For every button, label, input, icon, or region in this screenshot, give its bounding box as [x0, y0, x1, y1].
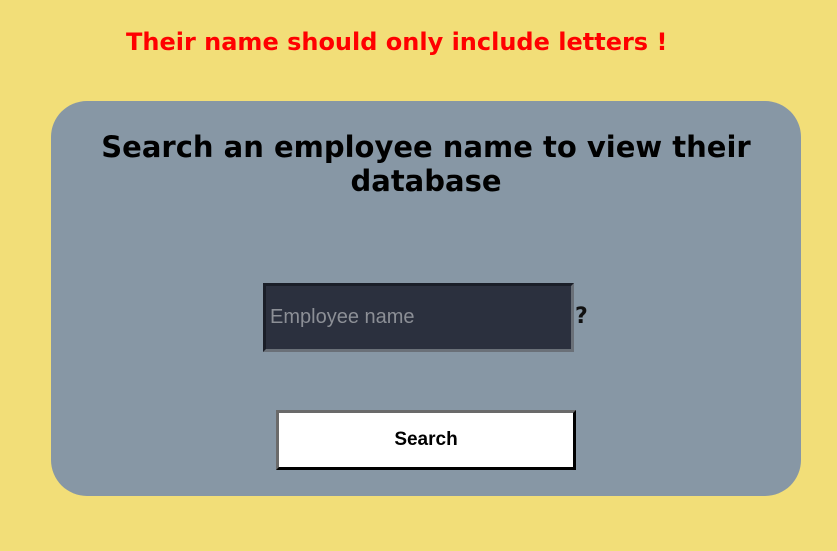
search-card: Search an employee name to view their da… — [51, 101, 801, 496]
search-card-title: Search an employee name to view their da… — [101, 130, 751, 198]
question-mark-label: ? — [575, 304, 588, 329]
validation-error-message: Their name should only include letters ! — [126, 28, 668, 56]
search-button[interactable]: Search — [276, 410, 576, 470]
employee-name-input[interactable] — [263, 283, 574, 352]
